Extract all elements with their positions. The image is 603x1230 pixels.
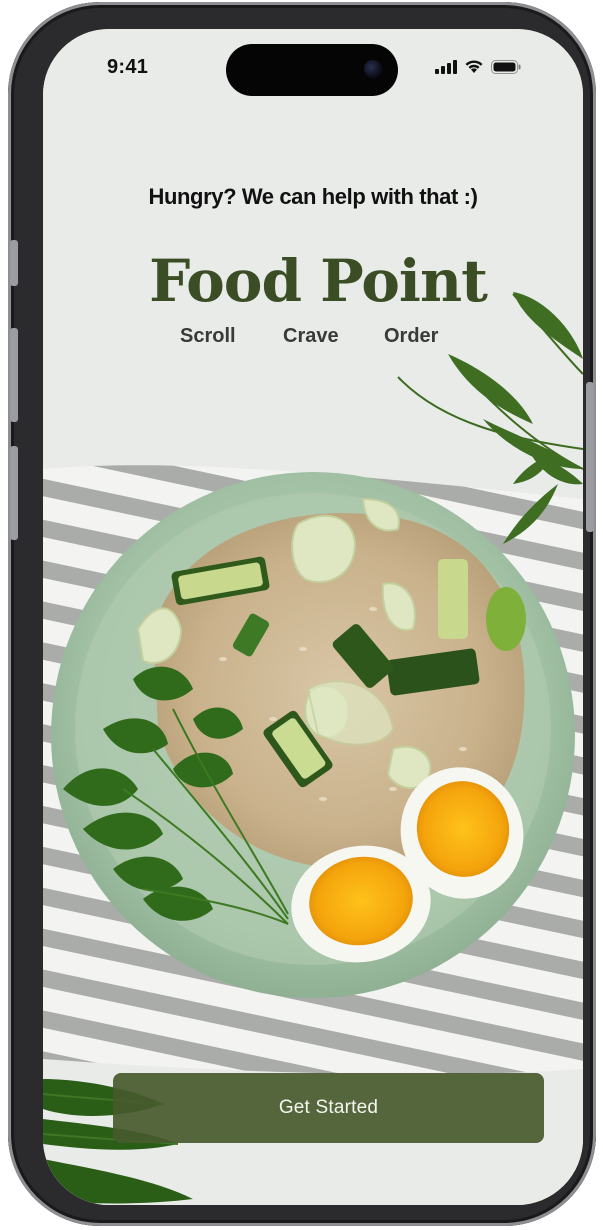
battery-icon <box>491 59 521 74</box>
volume-down-button <box>10 446 18 540</box>
feature-steps: Scroll Crave Order <box>180 325 480 351</box>
action-button <box>10 240 18 286</box>
get-started-button[interactable]: Get Started <box>113 1073 544 1143</box>
screen: 9:41 Hungry? We can help with that:) Fo… <box>43 29 583 1205</box>
app-title: Food Point <box>149 247 488 315</box>
step-scroll: Scroll <box>180 325 236 347</box>
volume-up-button <box>10 328 18 422</box>
step-crave: Crave <box>283 325 339 347</box>
tagline: Hungry? We can help with that :) <box>148 184 478 209</box>
signal-icon <box>435 59 457 74</box>
phone-frame: 9:41 Hungry? We can help with that:) Fo… <box>8 2 596 1226</box>
dynamic-island <box>226 44 398 96</box>
status-time: 9:41 <box>107 56 149 78</box>
front-camera-icon <box>364 60 382 78</box>
wifi-icon <box>465 60 483 73</box>
status-icons <box>435 59 521 74</box>
step-order: Order <box>384 325 439 347</box>
power-button <box>586 382 594 532</box>
